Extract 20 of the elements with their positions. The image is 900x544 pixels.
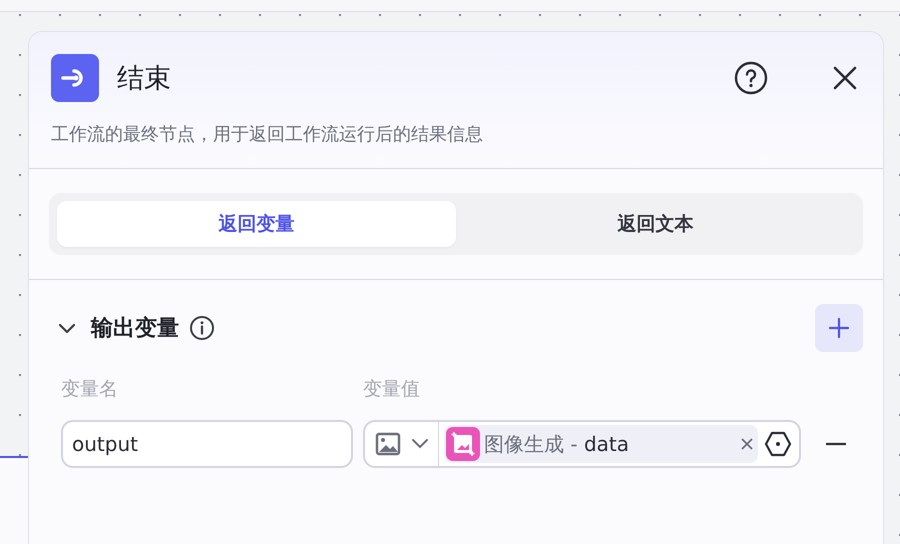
remove-icon[interactable] — [740, 437, 754, 451]
panel-description: 工作流的最终节点，用于返回工作流运行后的结果信息 — [51, 123, 484, 146]
input-field[interactable]: output — [61, 420, 353, 468]
column-label: 变量名 — [61, 378, 118, 400]
end-node-icon — [51, 54, 99, 102]
panel-title: 结束 — [117, 62, 172, 96]
section-title: 输出变量 — [91, 314, 179, 343]
mode-tab[interactable]: 返回变量 — [57, 201, 456, 247]
column-label: 变量值 — [363, 378, 420, 400]
caret-icon — [410, 438, 428, 450]
remove-row-icon[interactable] — [825, 442, 847, 446]
info-icon — [189, 315, 215, 341]
variable-reference: 图像生成 - data — [484, 430, 630, 458]
image-icon — [374, 432, 400, 456]
add-button[interactable] — [815, 304, 863, 352]
image-sparkle-icon — [446, 427, 480, 461]
mode-tab[interactable]: 返回文本 — [456, 201, 855, 247]
plus-icon — [828, 317, 850, 339]
value-field[interactable]: 图像生成 - data — [363, 420, 801, 468]
hexagon-icon[interactable] — [764, 431, 792, 457]
